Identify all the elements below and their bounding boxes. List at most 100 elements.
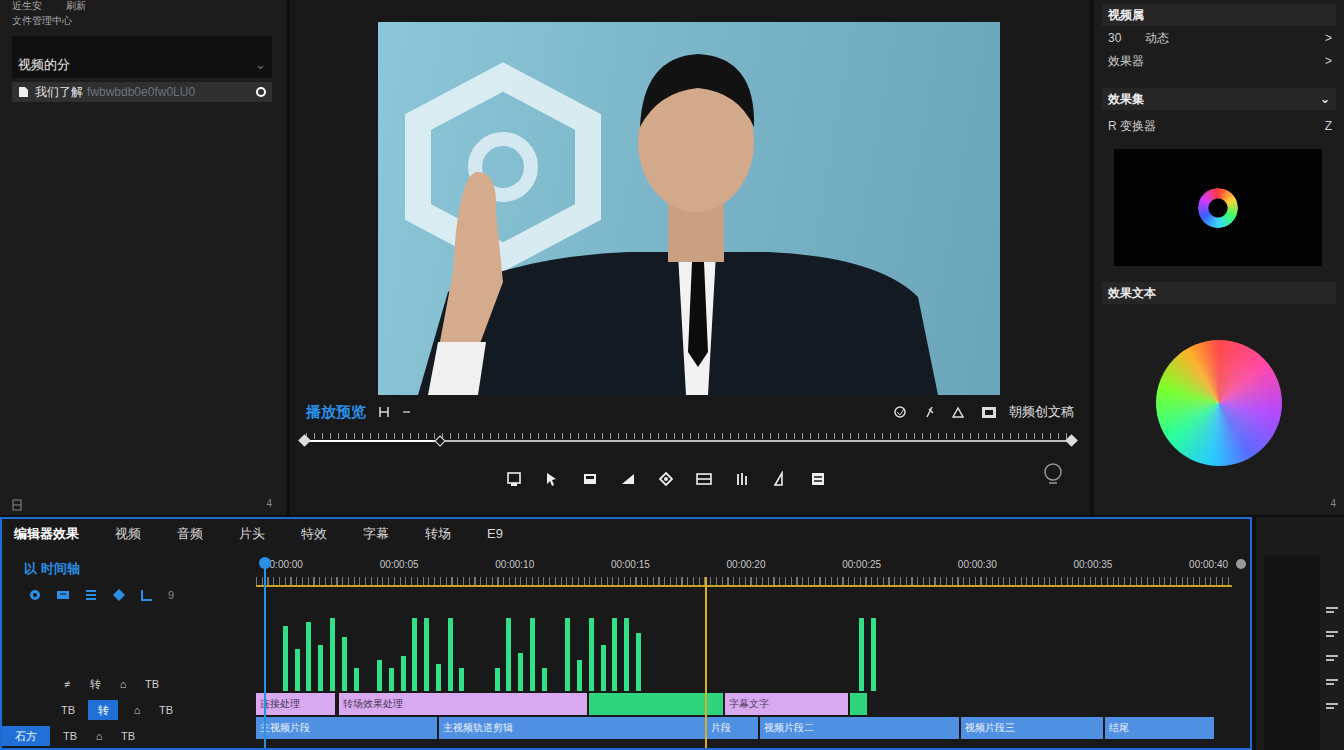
track-toggle[interactable]: 石方 <box>2 726 50 746</box>
scroll-knob-icon[interactable] <box>1236 559 1246 569</box>
pointer-icon[interactable] <box>544 471 560 487</box>
bars-icon[interactable] <box>1326 653 1338 663</box>
effects-header[interactable]: 效果集 ⌄ <box>1102 88 1336 110</box>
clip-label: 视频片段二 <box>764 722 814 733</box>
timeline-clip[interactable]: 连接处理 <box>256 693 337 715</box>
mark-in-icon[interactable] <box>378 405 390 419</box>
folder-toggle[interactable]: ⌄ <box>255 55 266 75</box>
link-icon[interactable] <box>56 588 70 602</box>
timeline-tab[interactable]: 特效 <box>301 524 327 544</box>
bars-icon[interactable] <box>1326 629 1338 639</box>
waveform-slot <box>891 587 903 691</box>
timeline-clip[interactable]: 转场效果处理 <box>339 693 589 715</box>
pen-icon[interactable] <box>923 405 935 419</box>
timeline-clip[interactable] <box>850 693 869 715</box>
folder-name: 视频的分 <box>18 55 70 75</box>
track-toggle[interactable]: TB <box>118 726 138 746</box>
timeline-tab[interactable]: 视频 <box>115 524 141 544</box>
expand-arrow[interactable]: > <box>1325 52 1332 70</box>
diamond-icon[interactable] <box>658 471 674 487</box>
waveform-bar <box>506 618 511 691</box>
timeline-tab[interactable]: 音频 <box>177 524 203 544</box>
waveform-slot <box>1127 587 1139 691</box>
track-toggle[interactable]: TB <box>58 700 78 720</box>
marker-icon[interactable] <box>112 588 126 602</box>
box-icon[interactable] <box>582 471 598 487</box>
bars-icon[interactable] <box>1326 605 1338 615</box>
property-row[interactable]: 效果器> <box>1102 49 1336 72</box>
monitor-title: 播放预览 <box>306 401 366 424</box>
waveform-slot <box>868 587 880 691</box>
expand-arrow[interactable]: > <box>1325 29 1332 47</box>
timeline-clip[interactable]: 主视频轨道剪辑 <box>439 717 707 739</box>
timeline-tab[interactable]: 字幕 <box>363 524 389 544</box>
effects-title: 效果集 <box>1108 90 1144 108</box>
waveform-bar <box>436 664 441 691</box>
timeline-clip[interactable]: 结尾 <box>1105 717 1216 739</box>
scrub-bar[interactable] <box>300 433 1076 449</box>
timeline-clip[interactable]: 字幕文字 <box>725 693 850 715</box>
text-effects-header[interactable]: 效果文本 <box>1102 282 1336 304</box>
ramp-icon[interactable] <box>772 471 788 487</box>
check-icon[interactable] <box>893 405 907 419</box>
waveform-bar <box>295 649 300 691</box>
property-row[interactable]: 30动态> <box>1102 26 1336 49</box>
list-icon[interactable] <box>84 588 98 602</box>
playhead[interactable] <box>264 559 266 748</box>
timeline-clip[interactable]: 视频片段三 <box>961 717 1104 739</box>
track-toggle[interactable]: TB <box>156 700 176 720</box>
file-icon[interactable] <box>18 86 29 98</box>
track-toggle[interactable]: ≠ <box>58 674 76 694</box>
file-item[interactable]: 我们了解fwbwbdb0e0fw0LU0 <box>12 82 272 102</box>
effects-toggle[interactable]: ⌄ <box>1320 90 1330 108</box>
timeline-tab[interactable]: E9 <box>487 524 503 544</box>
settings-icon[interactable] <box>1042 463 1064 487</box>
effect-item[interactable]: R 变换器Z <box>1102 114 1336 137</box>
track-toggle[interactable]: 转 <box>86 674 104 694</box>
monitor-icon[interactable] <box>506 471 522 487</box>
bars-icon[interactable] <box>1326 701 1338 711</box>
wedge-icon[interactable] <box>620 471 636 487</box>
timeline-track: 主视频片段主视频轨道剪辑片段视频片段二 视频片段三结尾 <box>256 717 1232 739</box>
track-toggle[interactable]: 转 <box>88 700 118 720</box>
layout-icon[interactable] <box>12 499 22 511</box>
time-ruler[interactable]: 00:00:0000:00:0500:00:1000:00:1500:00:20… <box>256 549 1232 585</box>
waveform-slot <box>385 587 397 691</box>
waveform-slot <box>1221 587 1233 691</box>
track-toggle[interactable]: TB <box>60 726 80 746</box>
timeline-tab[interactable]: 编辑器效果 <box>14 524 79 544</box>
monitor-actions <box>893 405 997 420</box>
minus-icon[interactable] <box>402 405 411 419</box>
export-label[interactable]: 朝频创文稿 <box>1009 402 1074 422</box>
film-icon[interactable] <box>981 405 997 420</box>
clipboard-icon[interactable] <box>810 471 826 487</box>
waveform-slot <box>1033 587 1045 691</box>
timecode: 00:00:30 <box>958 557 997 572</box>
workspace-top: 近生安刷新文件管理中心视频的分⌄我们了解fwbwbdb0e0fw0LU04 播放… <box>0 0 1344 515</box>
timeline-clip[interactable]: 视频片段二 <box>760 717 961 739</box>
track-toggle[interactable]: ⌂ <box>90 726 108 746</box>
waveform-slot <box>1009 587 1021 691</box>
split-icon[interactable] <box>696 471 712 487</box>
track-toggle[interactable]: TB <box>142 674 162 694</box>
track-toggle[interactable]: ⌂ <box>114 674 132 694</box>
timeline-tab[interactable]: 片头 <box>239 524 265 544</box>
timeline-clip[interactable]: 主视频片段 <box>256 717 439 739</box>
triangle-icon[interactable] <box>951 405 965 419</box>
timeline-scrollbar[interactable] <box>1232 549 1250 748</box>
snap-icon[interactable] <box>28 588 42 602</box>
timeline-tab[interactable]: 转场 <box>425 524 451 544</box>
levels-icon[interactable] <box>734 471 750 487</box>
bars-icon[interactable] <box>1326 677 1338 687</box>
waveform-slot <box>950 587 962 691</box>
track-toggle[interactable]: ⌂ <box>128 700 146 720</box>
color-wheel[interactable] <box>1156 340 1282 466</box>
timeline-clip[interactable]: 片段 <box>707 717 760 739</box>
corner-icon[interactable] <box>140 588 154 602</box>
marker-line[interactable] <box>705 577 707 748</box>
top-link[interactable]: 近生安 <box>12 0 42 11</box>
folder-header[interactable]: 视频的分 ⌄ <box>12 36 272 78</box>
top-link[interactable]: 刷新 <box>66 0 86 11</box>
waveform-slot <box>338 587 350 691</box>
waveform-slot <box>750 587 762 691</box>
